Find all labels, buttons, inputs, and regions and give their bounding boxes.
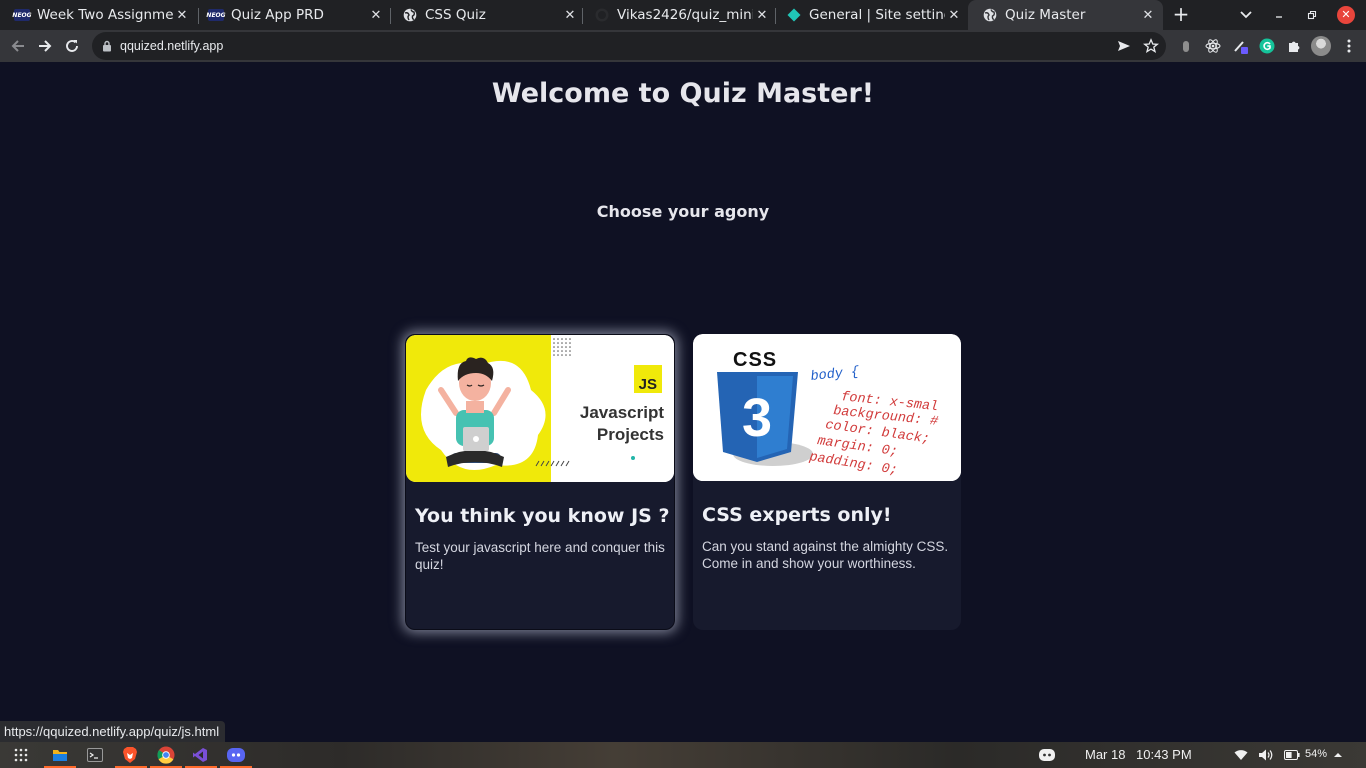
tab-github-repo[interactable]: Vikas2426/quiz_mini_project ✕ xyxy=(580,0,777,30)
close-icon[interactable]: ✕ xyxy=(367,8,385,23)
star-icon[interactable] xyxy=(1143,38,1159,54)
back-button[interactable] xyxy=(6,34,30,58)
brave-browser-icon[interactable] xyxy=(120,745,140,765)
wifi-icon[interactable] xyxy=(1231,745,1251,765)
avatar[interactable] xyxy=(1311,36,1331,56)
close-icon[interactable]: ✕ xyxy=(1139,8,1157,23)
address-bar[interactable]: qquized.netlify.app xyxy=(92,32,1166,60)
lock-icon xyxy=(103,40,111,52)
tab-quiz-app-prd[interactable]: NEOG Quiz App PRD ✕ xyxy=(194,0,391,30)
css-card-title: CSS experts only! xyxy=(702,504,892,526)
close-icon[interactable]: ✕ xyxy=(561,8,579,23)
tab-title: General | Site settings xyxy=(809,7,945,23)
terminal-icon[interactable] xyxy=(85,745,105,765)
js-card-title: You think you know JS ? xyxy=(415,505,670,527)
close-icon[interactable]: ✕ xyxy=(945,8,963,23)
tab-quiz-master[interactable]: Quiz Master ✕ xyxy=(968,0,1163,30)
tray-expand-icon[interactable] xyxy=(1328,745,1348,765)
browser-tab-strip: NEOG Week Two Assignment ✕ NEOG Quiz App… xyxy=(0,0,1366,30)
reload-icon xyxy=(66,40,78,52)
battery-icon[interactable] xyxy=(1282,745,1302,765)
taskbar-time[interactable]: 10:43 PM xyxy=(1136,747,1192,762)
react-devtools-icon[interactable] xyxy=(1205,38,1221,54)
css-shield-number: 3 xyxy=(742,388,772,448)
tab-title: Week Two Assignment xyxy=(37,7,173,23)
color-picker-icon[interactable] xyxy=(1232,38,1248,54)
volume-icon[interactable] xyxy=(1256,745,1276,765)
extension-dropper-icon[interactable] xyxy=(1178,38,1194,54)
js-card-description: Test your javascript here and conquer th… xyxy=(415,540,665,572)
window-close-button[interactable]: ✕ xyxy=(1337,6,1355,24)
chrome-icon[interactable] xyxy=(156,745,176,765)
taskbar-date[interactable]: Mar 18 xyxy=(1085,747,1125,762)
tab-css-quiz[interactable]: CSS Quiz ✕ xyxy=(388,0,585,30)
link-status-bubble: https://qquized.netlify.app/quiz/js.html xyxy=(0,721,226,742)
discord-tray-icon[interactable] xyxy=(1037,745,1057,765)
restore-button[interactable] xyxy=(1300,0,1324,30)
vscode-icon[interactable] xyxy=(190,745,210,765)
globe-icon xyxy=(982,7,998,23)
tab-netlify-site-settings[interactable]: General | Site settings ✕ xyxy=(772,0,969,30)
tab-title: Quiz App PRD xyxy=(231,7,324,23)
tab-title: CSS Quiz xyxy=(425,7,486,23)
css-badge-text: CSS xyxy=(733,349,777,371)
github-icon xyxy=(594,7,610,23)
js-image-line1: Javascript xyxy=(580,403,664,422)
puzzle-icon[interactable] xyxy=(1286,38,1302,54)
netlify-icon xyxy=(786,7,802,23)
chevron-down-icon xyxy=(1240,11,1252,19)
minimize-icon xyxy=(1276,16,1282,18)
globe-icon xyxy=(402,7,418,23)
arrow-left-icon xyxy=(11,40,24,52)
app-launcher-icon[interactable] xyxy=(11,745,31,765)
restore-icon xyxy=(1307,10,1317,20)
css-image: CSS 3 body { font: x-smal background: # … xyxy=(693,334,961,481)
send-icon[interactable] xyxy=(1116,38,1132,54)
reload-button[interactable] xyxy=(60,34,84,58)
tab-title: Quiz Master xyxy=(1005,7,1086,23)
url-text: qquized.netlify.app xyxy=(120,39,224,53)
css-card-description: Can you stand against the almighty CSS. … xyxy=(702,539,949,571)
page-content: Welcome to Quiz Master! Choose your agon… xyxy=(0,62,1366,742)
discord-icon[interactable] xyxy=(226,745,246,765)
neog-icon: NEOG xyxy=(12,7,32,23)
css-quiz-card[interactable]: CSS 3 body { font: x-smal background: # … xyxy=(693,334,961,630)
tab-week-two-assignment[interactable]: NEOG Week Two Assignment ✕ xyxy=(0,0,197,30)
files-icon[interactable] xyxy=(50,745,70,765)
page-title: Welcome to Quiz Master! xyxy=(491,78,875,109)
forward-button[interactable] xyxy=(33,34,57,58)
more-menu-icon[interactable] xyxy=(1341,38,1357,54)
js-image-line2: Projects xyxy=(597,425,664,444)
new-tab-button[interactable]: + xyxy=(1170,3,1192,25)
js-projects-image: JS Javascript Projects xyxy=(406,335,674,482)
arrow-right-icon xyxy=(39,40,52,52)
tab-search-button[interactable] xyxy=(1234,0,1258,30)
minimize-button[interactable] xyxy=(1267,0,1291,30)
battery-percentage: 54% xyxy=(1305,748,1328,760)
neog-icon: NEOG xyxy=(206,7,226,23)
tab-title: Vikas2426/quiz_mini_project xyxy=(617,7,753,23)
close-icon[interactable]: ✕ xyxy=(753,8,771,23)
os-taskbar: Mar 18 10:43 PM 54% xyxy=(0,742,1366,768)
js-badge-text: JS xyxy=(639,376,657,393)
browser-toolbar: qquized.netlify.app xyxy=(0,30,1366,62)
js-quiz-card[interactable]: JS Javascript Projects You think you kno… xyxy=(405,334,675,630)
close-icon[interactable]: ✕ xyxy=(173,8,191,23)
grammarly-icon[interactable] xyxy=(1259,38,1275,54)
page-subtitle: Choose your agony xyxy=(596,202,770,221)
